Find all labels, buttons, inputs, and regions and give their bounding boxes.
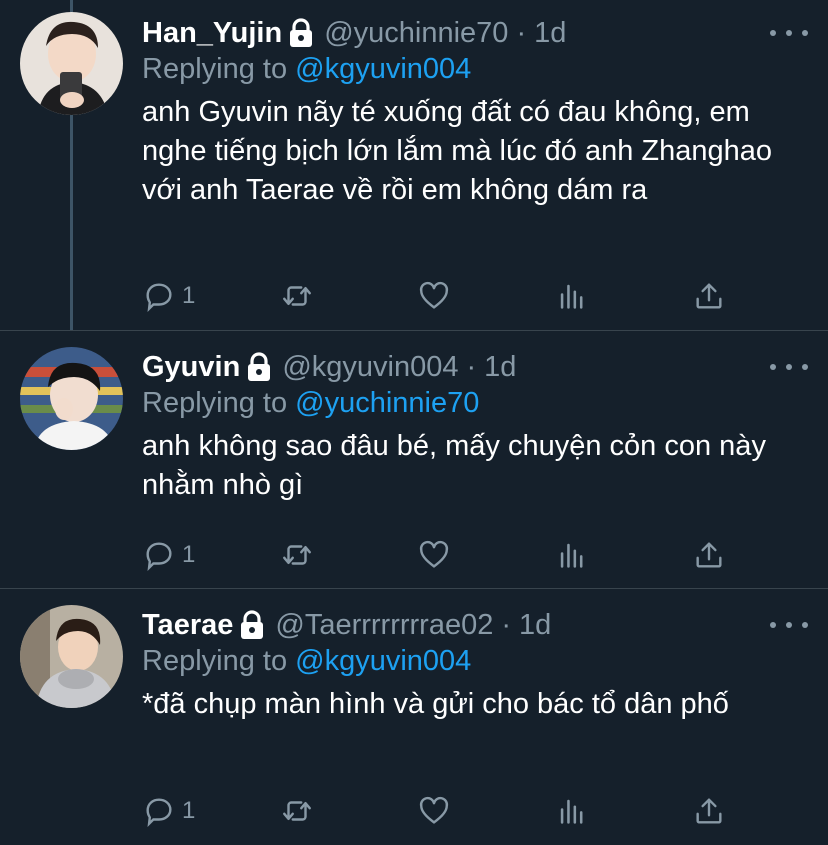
separator-dot: · [501,608,512,641]
heart-icon [419,281,449,309]
like-button[interactable] [417,535,555,575]
mention-link[interactable]: @kgyuvin004 [295,645,471,677]
display-name[interactable]: Gyuvin [142,351,240,384]
replying-to-line: Replying to @kgyuvin004 [142,53,808,89]
reply-button[interactable]: 1 [142,535,280,575]
display-name[interactable]: Taerae [142,609,233,642]
reply-button[interactable]: 1 [142,276,280,316]
retweet-button[interactable] [280,276,418,316]
heart-icon [419,540,449,568]
user-handle[interactable]: @kgyuvin004 [282,351,458,384]
share-icon [696,283,722,309]
action-bar: 1 [142,276,732,316]
tweet[interactable]: Taerae @Taerrrrrrrrae02 · 1d Replying to… [0,588,828,845]
share-icon [696,542,722,568]
tweet-text: anh Gyuvin nãy té xuống đất có đau không… [142,96,773,206]
tweet[interactable]: Gyuvin @kgyuvin004 · 1d Replying to @yuc… [0,330,828,589]
retweet-button[interactable] [280,791,418,831]
retweet-icon [282,286,311,306]
reply-count: 1 [182,541,196,568]
retweet-button[interactable] [280,535,418,575]
separator-dot: · [516,16,527,49]
stats-icon [560,799,583,824]
replying-to-label: Replying to [142,53,288,85]
more-icon[interactable] [770,352,808,382]
separator-dot: · [466,350,477,383]
retweet-icon [282,801,311,821]
share-icon [696,798,722,824]
avatar[interactable] [20,347,123,450]
lock-icon [239,610,265,640]
replying-to-label: Replying to [142,645,288,677]
reply-icon [146,283,172,313]
stats-icon [560,543,583,568]
reply-button[interactable]: 1 [142,791,280,831]
share-button[interactable] [692,791,732,831]
share-button[interactable] [692,276,732,316]
heart-icon [419,796,449,824]
lock-icon [246,352,272,382]
share-button[interactable] [692,535,732,575]
timestamp[interactable]: 1d [484,351,516,384]
avatar[interactable] [20,12,123,115]
replying-to-line: Replying to @yuchinnie70 [142,387,808,423]
timestamp[interactable]: 1d [534,17,566,50]
stats-button[interactable] [555,535,693,575]
avatar[interactable] [20,605,123,708]
reply-count: 1 [182,282,196,309]
user-handle[interactable]: @Taerrrrrrrrae02 [275,609,493,642]
stats-button[interactable] [555,791,693,831]
tweet-text: *đã chụp màn hình và gửi cho bác tổ dân … [142,688,729,720]
timestamp[interactable]: 1d [519,609,551,642]
user-handle[interactable]: @yuchinnie70 [324,17,508,50]
mention-link[interactable]: @yuchinnie70 [295,387,479,419]
reply-icon [146,542,172,572]
tweet[interactable]: Han_Yujin @yuchinnie70 · 1d Replying to … [0,0,828,330]
more-icon[interactable] [770,610,808,640]
reply-count: 1 [182,797,196,824]
replying-to-line: Replying to @kgyuvin004 [142,645,808,681]
like-button[interactable] [417,276,555,316]
stats-button[interactable] [555,276,693,316]
tweet-text: anh không sao đâu bé, mấy chuyện cỏn con… [142,430,766,501]
reply-icon [146,798,172,828]
more-icon[interactable] [770,18,808,48]
replying-to-label: Replying to [142,387,288,419]
action-bar: 1 [142,791,732,831]
mention-link[interactable]: @kgyuvin004 [295,53,471,85]
action-bar: 1 [142,535,732,575]
display-name[interactable]: Han_Yujin [142,17,282,50]
stats-icon [560,284,583,309]
retweet-icon [282,545,311,565]
like-button[interactable] [417,791,555,831]
lock-icon [288,18,314,48]
